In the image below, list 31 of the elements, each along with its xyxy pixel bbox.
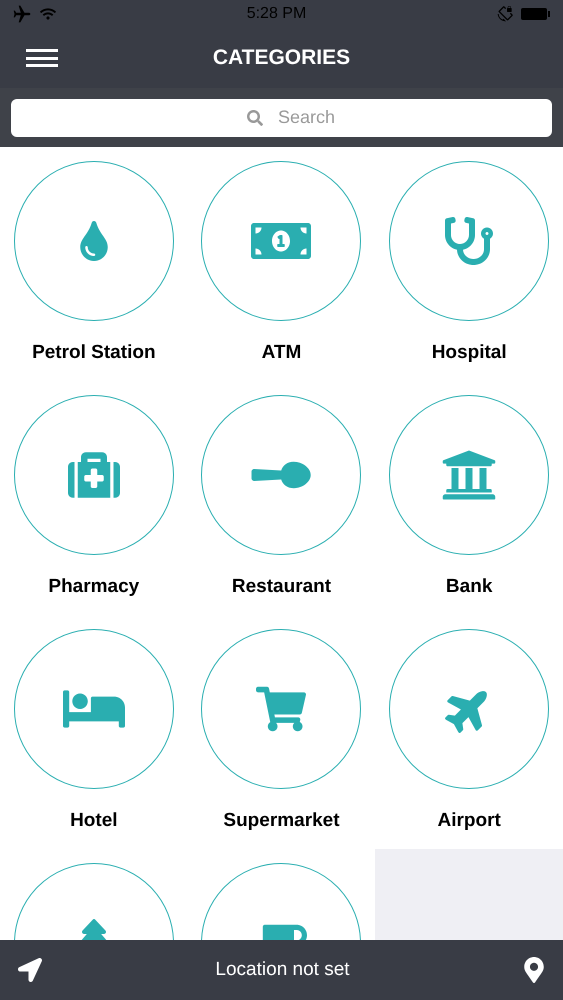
search-icon — [247, 110, 263, 126]
battery-icon — [521, 7, 551, 21]
airplane-mode-icon — [12, 4, 32, 24]
stethoscope-icon — [445, 217, 494, 265]
category-label: Petrol Station — [32, 341, 156, 365]
category-label: Restaurant — [232, 575, 332, 599]
category-button[interactable] — [201, 161, 362, 321]
category-label: Airport — [438, 809, 501, 833]
map-pin-icon[interactable] — [523, 957, 545, 983]
status-time: 5:28 PM — [246, 4, 308, 24]
category-label: Pharmacy — [48, 575, 140, 599]
category-button[interactable] — [14, 629, 174, 789]
cart-icon — [256, 684, 306, 734]
category-label: Hotel — [70, 809, 118, 833]
search-field[interactable]: Search — [11, 98, 552, 136]
page-title: CATEGORIES — [212, 45, 350, 72]
location-arrow-icon[interactable] — [18, 958, 42, 982]
category-label: ATM — [262, 341, 302, 365]
category-button[interactable] — [201, 395, 362, 555]
category-button[interactable] — [14, 161, 174, 321]
rotation-lock-icon — [497, 6, 513, 22]
category-button[interactable] — [389, 161, 550, 321]
category-button[interactable] — [389, 629, 550, 789]
category-button[interactable] — [389, 395, 550, 555]
category-label: Hospital — [432, 341, 507, 365]
category-label: Bank — [446, 575, 492, 599]
category-button[interactable] — [201, 629, 362, 789]
category-label: Supermarket — [223, 809, 340, 833]
wifi-icon — [40, 6, 56, 22]
category-button[interactable] — [14, 395, 174, 555]
location-status: Location not set — [214, 958, 351, 982]
